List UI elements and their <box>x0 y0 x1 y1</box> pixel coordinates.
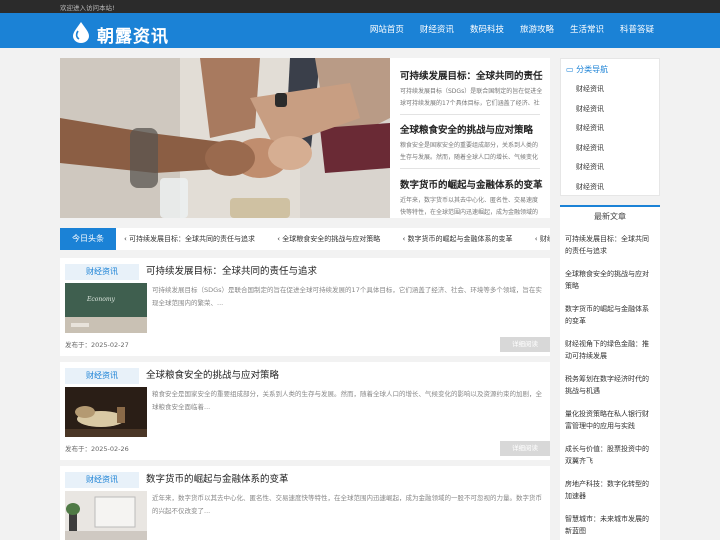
latest-link[interactable]: 数字货币的崛起与金融体系的变革 <box>565 303 655 338</box>
featured-title: 全球粮食安全的挑战与应对策略 <box>400 125 534 136</box>
article-title[interactable]: 全球粮食安全的挑战与应对策略 <box>146 368 279 384</box>
chalkboard-photo: Economy <box>65 283 147 333</box>
category-link[interactable]: 财经资讯 <box>576 161 604 181</box>
ticker-link[interactable]: ‹ 财经视角下的绿色金融：推动可持续发展 <box>535 235 550 243</box>
nav-item-travel[interactable]: 旅游攻略 <box>512 13 562 48</box>
nav-item-home[interactable]: 网站首页 <box>362 13 412 48</box>
article-card: 财经资讯 可持续发展目标：全球共同的责任与追求 Economy 可持续发展目标（… <box>60 258 550 356</box>
headline-ticker: 今日头条 ‹ 可持续发展目标：全球共同的责任与追求 ‹ 全球粮食安全的挑战与应对… <box>60 228 550 250</box>
latest-link[interactable]: 财经视角下的绿色金融：推动可持续发展 <box>565 338 655 373</box>
article-excerpt: 可持续发展目标（SDGs）是联合国制定的旨在促进全球可持续发展的17个具体目标，… <box>152 286 542 307</box>
nav-item-tech[interactable]: 数码科技 <box>462 13 512 48</box>
article-thumbnail[interactable] <box>65 387 147 437</box>
featured-desc: 近年来，数字货币以其去中心化、匿名性、交易速度快等特性，在全球范围内迅速崛起，成… <box>400 197 539 216</box>
category-tag[interactable]: 财经资讯 <box>65 368 139 384</box>
latest-link[interactable]: 智慧城市：未来城市发展的新蓝图 <box>565 513 655 540</box>
desk-photo <box>65 491 147 540</box>
site-logo[interactable]: 朝露资讯 <box>71 21 183 47</box>
nav-item-finance[interactable]: 财经资讯 <box>412 13 462 48</box>
main-nav: 网站首页 财经资讯 数码科技 旅游攻略 生活常识 科普答疑 <box>362 13 662 48</box>
grain-photo <box>65 387 147 437</box>
latest-link[interactable]: 全球粮食安全的挑战与应对策略 <box>565 268 655 303</box>
ticker-items: ‹ 可持续发展目标：全球共同的责任与追求 ‹ 全球粮食安全的挑战与应对策略 ‹ … <box>124 228 550 250</box>
latest-title: 最新文章 <box>560 205 660 227</box>
ticker-link[interactable]: ‹ 数字货币的崛起与金融体系的变革 <box>403 235 523 243</box>
article-thumbnail[interactable]: Economy <box>65 283 147 333</box>
featured-title: 可持续发展目标：全球共同的责任与追求 <box>400 71 543 82</box>
welcome-text: 欢迎进入访问本站! <box>60 4 115 12</box>
article-excerpt: 粮食安全是国家安全的重要组成部分，关系到人类的生存与发展。然而，随着全球人口的增… <box>152 390 542 411</box>
ticker-link[interactable]: ‹ 可持续发展目标：全球共同的责任与追求 <box>124 235 265 243</box>
nav-item-life[interactable]: 生活常识 <box>562 13 612 48</box>
category-link[interactable]: 财经资讯 <box>576 103 604 123</box>
category-tag[interactable]: 财经资讯 <box>65 264 139 280</box>
article-date: 发布于：2025-02-27 <box>65 341 129 349</box>
category-tag[interactable]: 财经资讯 <box>65 472 139 488</box>
category-nav-title: ▭ 分类导航 <box>566 65 609 74</box>
article-title[interactable]: 数字货币的崛起与金融体系的变革 <box>146 472 289 488</box>
latest-link[interactable]: 可持续发展目标：全球共同的责任与追求 <box>565 233 655 268</box>
svg-text:Economy: Economy <box>86 296 116 303</box>
ticker-label: 今日头条 <box>60 228 116 250</box>
hero-image[interactable] <box>60 58 390 218</box>
ticker-link[interactable]: ‹ 全球粮食安全的挑战与应对策略 <box>277 235 390 243</box>
featured-item[interactable]: 全球粮食安全的挑战与应对策略 粮食安全是国家安全的重要组成部分，关系到人类的生存… <box>400 122 543 172</box>
latest-link[interactable]: 成长与价值：股票投资中的双翼齐飞 <box>565 443 655 478</box>
category-nav: ▭ 分类导航 财经资讯 财经资讯 财经资讯 财经资讯 财经资讯 财经资讯 <box>560 58 660 196</box>
featured-item[interactable]: 可持续发展目标：全球共同的责任与追求 可持续发展目标（SDGs）是联合国制定的旨… <box>400 68 543 118</box>
read-more-button[interactable]: 详细阅读 <box>500 441 550 456</box>
featured-desc: 粮食安全是国家安全的重要组成部分，关系到人类的生存与发展。然而，随着全球人口的增… <box>400 142 539 161</box>
latest-link[interactable]: 房地产科技：数字化转型的加速器 <box>565 478 655 513</box>
latest-articles: 最新文章 可持续发展目标：全球共同的责任与追求 全球粮食安全的挑战与应对策略 数… <box>560 205 660 540</box>
article-card: 财经资讯 数字货币的崛起与金融体系的变革 近年来，数字货币以其去中心化、匿名性、… <box>60 466 550 540</box>
featured-item[interactable]: 数字货币的崛起与金融体系的变革 近年来，数字货币以其去中心化、匿名性、交易速度快… <box>400 177 543 227</box>
top-bar: 欢迎进入访问本站! <box>0 0 720 13</box>
category-link[interactable]: 财经资讯 <box>576 83 604 103</box>
read-more-button[interactable]: 详细阅读 <box>500 337 550 352</box>
article-date: 发布于：2025-02-26 <box>65 445 129 453</box>
category-link[interactable]: 财经资讯 <box>576 181 604 201</box>
divider <box>400 168 540 169</box>
article-card: 财经资讯 全球粮食安全的挑战与应对策略 粮食安全是国家安全的重要组成部分，关系到… <box>60 362 550 460</box>
nav-item-science[interactable]: 科普答疑 <box>612 13 662 48</box>
divider <box>400 114 540 115</box>
featured-list: 可持续发展目标：全球共同的责任与追求 可持续发展目标（SDGs）是联合国制定的旨… <box>390 58 550 218</box>
article-title[interactable]: 可持续发展目标：全球共同的责任与追求 <box>146 264 317 280</box>
featured-title: 数字货币的崛起与金融体系的变革 <box>400 180 543 191</box>
latest-link[interactable]: 税务筹划在数字经济时代的挑战与机遇 <box>565 373 655 408</box>
logo-text: 朝露资讯 <box>97 27 169 47</box>
category-link[interactable]: 财经资讯 <box>576 142 604 162</box>
fist-bump-photo <box>60 58 390 218</box>
site-header: 朝露资讯 网站首页 财经资讯 数码科技 旅游攻略 生活常识 科普答疑 <box>0 13 720 48</box>
folder-icon: ▭ <box>566 65 574 74</box>
article-excerpt: 近年来，数字货币以其去中心化、匿名性、交易速度快等特性，在全球范围内迅速崛起，成… <box>152 494 542 515</box>
article-thumbnail[interactable] <box>65 491 147 540</box>
water-drop-icon <box>73 22 89 43</box>
latest-link[interactable]: 量化投资策略在私人银行财富管理中的应用与实践 <box>565 408 655 443</box>
featured-desc: 可持续发展目标（SDGs）是联合国制定的旨在促进全球可持续发展的17个具体目标，… <box>400 88 543 107</box>
category-link[interactable]: 财经资讯 <box>576 122 604 142</box>
